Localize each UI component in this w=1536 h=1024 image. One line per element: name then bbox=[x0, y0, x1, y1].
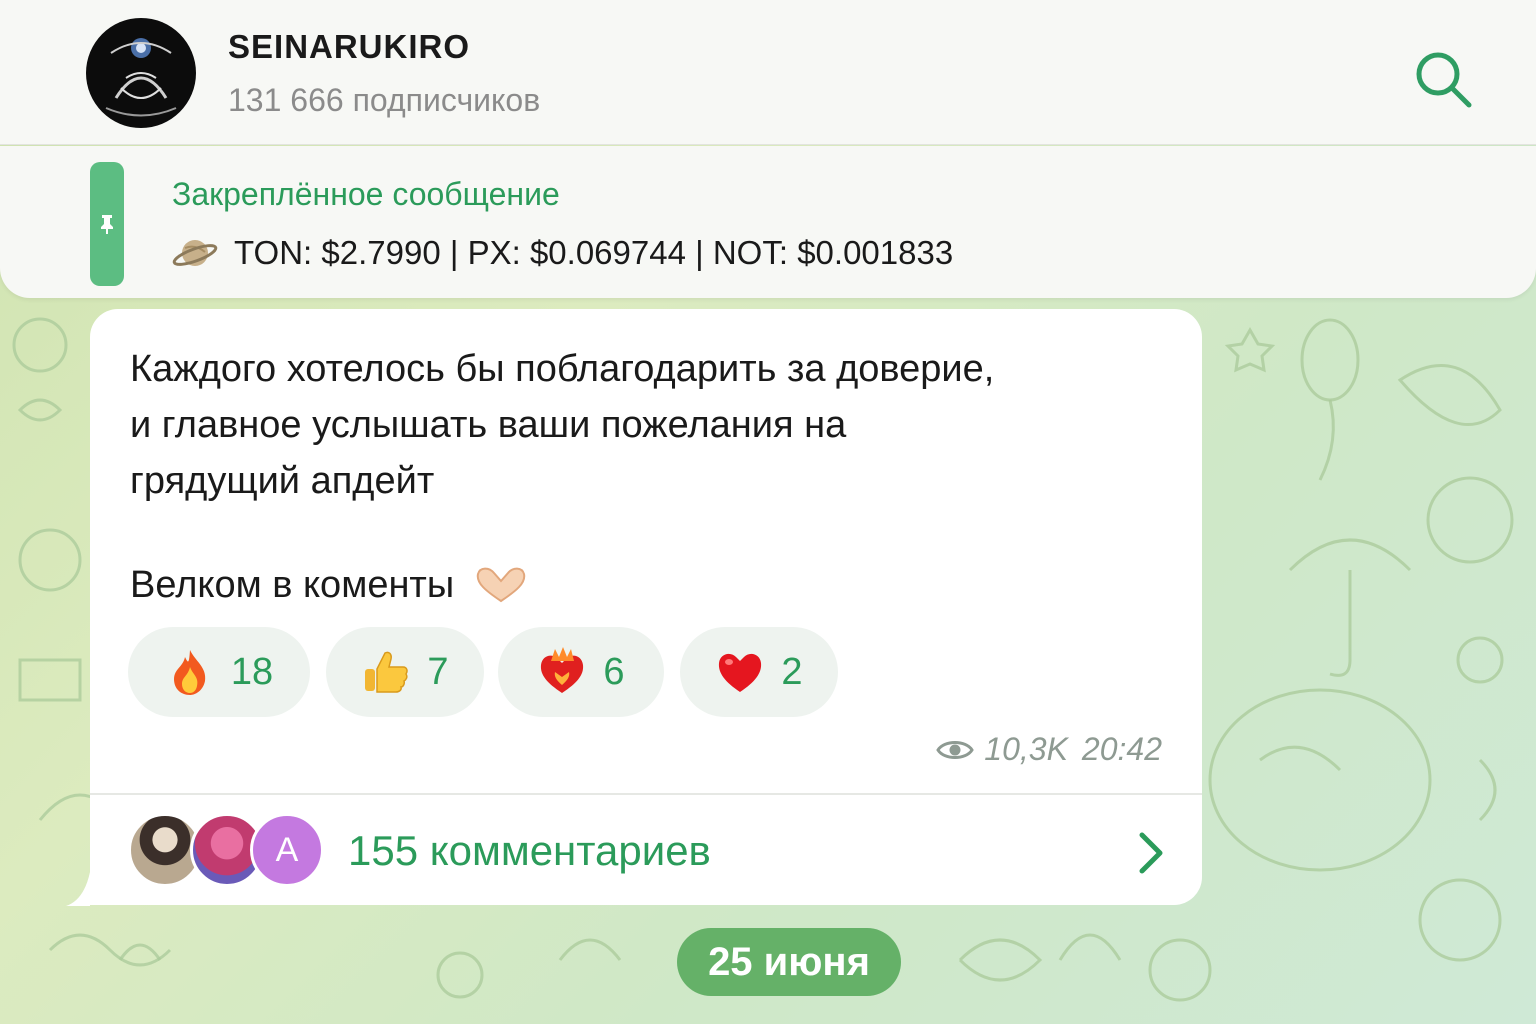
pinned-message-bar[interactable]: Закреплённое сообщение TON: $2.7990 | PX… bbox=[0, 146, 1536, 298]
message-last-line: Велком в коменты bbox=[130, 557, 530, 613]
reaction-thumbs-up-count: 7 bbox=[427, 650, 449, 693]
channel-avatar[interactable] bbox=[86, 18, 196, 128]
chevron-right-icon[interactable] bbox=[1136, 831, 1166, 875]
message-last-line-text: Велком в коменты bbox=[130, 564, 455, 606]
message-text: Каждого хотелось бы поблагодарить за дов… bbox=[130, 348, 995, 502]
heart-hands-icon bbox=[476, 567, 526, 603]
red-heart-icon bbox=[719, 653, 762, 692]
pinned-text: TON: $2.7990 | PX: $0.069744 | NOT: $0.0… bbox=[172, 230, 953, 276]
channel-header: SEINARUKIRO 131 666 подписчиков bbox=[0, 0, 1536, 145]
message-time: 20:42 bbox=[1081, 731, 1162, 767]
pin-indicator bbox=[90, 162, 124, 286]
reaction-red-heart-count: 2 bbox=[781, 650, 803, 693]
channel-avatar-art-icon bbox=[105, 38, 177, 117]
message-meta: 10,3K 20:42 bbox=[936, 731, 1162, 768]
reaction-fire-count: 18 bbox=[230, 650, 274, 693]
pinned-text-value: TON: $2.7990 | PX: $0.069744 | NOT: $0.0… bbox=[234, 234, 954, 271]
search-icon[interactable] bbox=[1412, 48, 1474, 110]
comments-count-label[interactable]: 155 комментариев bbox=[348, 827, 711, 875]
reaction-heart-on-fire-count: 6 bbox=[603, 650, 625, 693]
ringed-planet-icon bbox=[172, 240, 218, 266]
message-bubble: Каждого хотелось бы поблагодарить за дов… bbox=[90, 309, 1202, 905]
fire-icon bbox=[173, 650, 206, 695]
eye-icon bbox=[936, 740, 975, 759]
view-count: 10,3K bbox=[984, 731, 1068, 767]
reaction-thumbs-up[interactable]: 7 bbox=[326, 627, 484, 717]
reaction-fire[interactable]: 18 bbox=[128, 627, 310, 717]
channel-name[interactable]: SEINARUKIRO bbox=[228, 28, 470, 66]
pin-icon bbox=[101, 215, 113, 234]
subscriber-count: 131 666 подписчиков bbox=[228, 82, 541, 118]
reaction-red-heart[interactable]: 2 bbox=[680, 627, 838, 717]
heart-on-fire-icon bbox=[541, 647, 584, 693]
reaction-heart-on-fire[interactable]: 6 bbox=[498, 627, 664, 717]
thumbs-up-icon bbox=[365, 651, 409, 693]
comments-row[interactable]: A 155 комментариев bbox=[90, 795, 1202, 905]
pinned-title: Закреплённое сообщение bbox=[172, 176, 560, 212]
commenter-avatar-letter: A bbox=[250, 813, 324, 887]
date-separator: 25 июня bbox=[677, 928, 901, 996]
